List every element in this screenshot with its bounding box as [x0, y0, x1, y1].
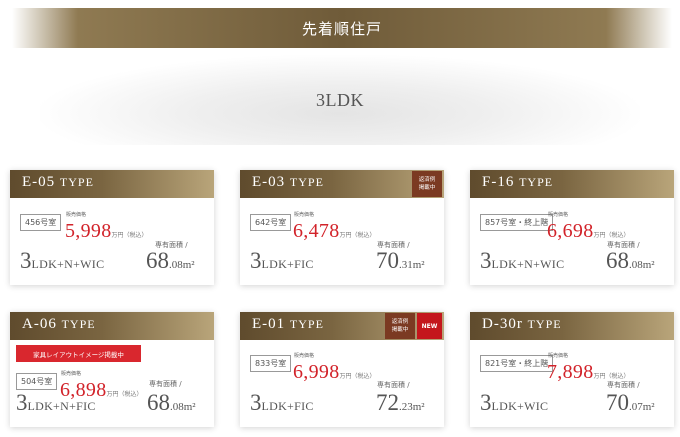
- unit-card-e03[interactable]: E-03 TYPE 返済例 掲載中 642号室 販売価格 6,478万円（税込） …: [240, 170, 444, 285]
- price: 6,998万円（税込）: [293, 361, 376, 383]
- room-number-box: 821号室・終上階: [480, 355, 554, 372]
- card-header: E-01 TYPE 返済例 掲載中 NEW: [240, 312, 444, 340]
- floor-area: 68.08m²: [147, 390, 196, 415]
- type-label: D-30r TYPE: [482, 316, 562, 332]
- type-label: E-03 TYPE: [252, 174, 324, 190]
- room-number-box: 504号室: [16, 373, 58, 390]
- layout-spec: 3LDK+FIC: [250, 248, 314, 273]
- price: 6,478万円（税込）: [293, 220, 376, 242]
- layout-spec: 3LDK+N+WIC: [20, 248, 105, 273]
- section-title: 先着順住戸: [301, 19, 382, 38]
- floor-area: 68.08m²: [606, 248, 655, 273]
- section-header-banner: 先着順住戸: [12, 8, 672, 48]
- plan-type-heading: 3LDK: [40, 55, 640, 145]
- room-number-box: 833号室: [250, 355, 292, 372]
- area-caption: 専有面積 /: [607, 381, 640, 389]
- unit-card-e01[interactable]: E-01 TYPE 返済例 掲載中 NEW 833号室 販売価格 6,998万円（…: [240, 312, 444, 427]
- unit-card-f16[interactable]: F-16 TYPE 857号室・終上階 販売価格 6,698万円（税込） 専有面…: [470, 170, 674, 285]
- price-caption: 販売価格: [548, 353, 569, 359]
- room-number-box: 456号室: [20, 214, 62, 231]
- price-caption: 販売価格: [66, 212, 87, 218]
- type-label: A-06 TYPE: [22, 316, 96, 332]
- card-header: A-06 TYPE: [10, 312, 214, 340]
- area-caption: 専有面積 /: [377, 381, 410, 389]
- price: 5,998万円（税込）: [65, 220, 148, 242]
- repayment-example-badge: 返済例 掲載中: [412, 171, 442, 197]
- repayment-example-badge: 返済例 掲載中: [385, 313, 415, 339]
- card-header: E-03 TYPE 返済例 掲載中: [240, 170, 444, 198]
- card-header: F-16 TYPE: [470, 170, 674, 198]
- type-label: E-05 TYPE: [22, 174, 94, 190]
- unit-card-a06[interactable]: A-06 TYPE 家具レイアウトイメージ掲載中 504号室 販売価格 6,89…: [10, 312, 214, 427]
- plan-label: 3LDK: [316, 89, 364, 110]
- floor-area: 72.23m²: [376, 390, 425, 415]
- card-header: E-05 TYPE: [10, 170, 214, 198]
- unit-card-d30r[interactable]: D-30r TYPE 821号室・終上階 販売価格 7,898万円（税込） 専有…: [470, 312, 674, 427]
- layout-spec: 3LDK+WIC: [480, 390, 549, 415]
- layout-spec: 3LDK+N+FIC: [16, 390, 96, 415]
- new-badge: NEW: [417, 313, 442, 339]
- price-caption: 販売価格: [548, 212, 569, 218]
- price-caption: 販売価格: [294, 212, 315, 218]
- unit-card-e05[interactable]: E-05 TYPE 456号室 販売価格 5,998万円（税込） 専有面積 / …: [10, 170, 214, 285]
- price-caption: 販売価格: [61, 371, 82, 377]
- layout-spec: 3LDK+FIC: [250, 390, 314, 415]
- room-number-box: 857号室・終上階: [480, 214, 554, 231]
- area-caption: 専有面積 /: [149, 380, 182, 388]
- floor-area: 70.31m²: [376, 248, 425, 273]
- furniture-layout-banner: 家具レイアウトイメージ掲載中: [16, 345, 141, 362]
- floor-area: 70.07m²: [606, 390, 655, 415]
- type-label: F-16 TYPE: [482, 174, 554, 190]
- floor-area: 68.08m²: [146, 248, 195, 273]
- room-number-box: 642号室: [250, 214, 292, 231]
- layout-spec: 3LDK+N+WIC: [480, 248, 565, 273]
- type-label: E-01 TYPE: [252, 316, 324, 332]
- price-caption: 販売価格: [294, 353, 315, 359]
- card-header: D-30r TYPE: [470, 312, 674, 340]
